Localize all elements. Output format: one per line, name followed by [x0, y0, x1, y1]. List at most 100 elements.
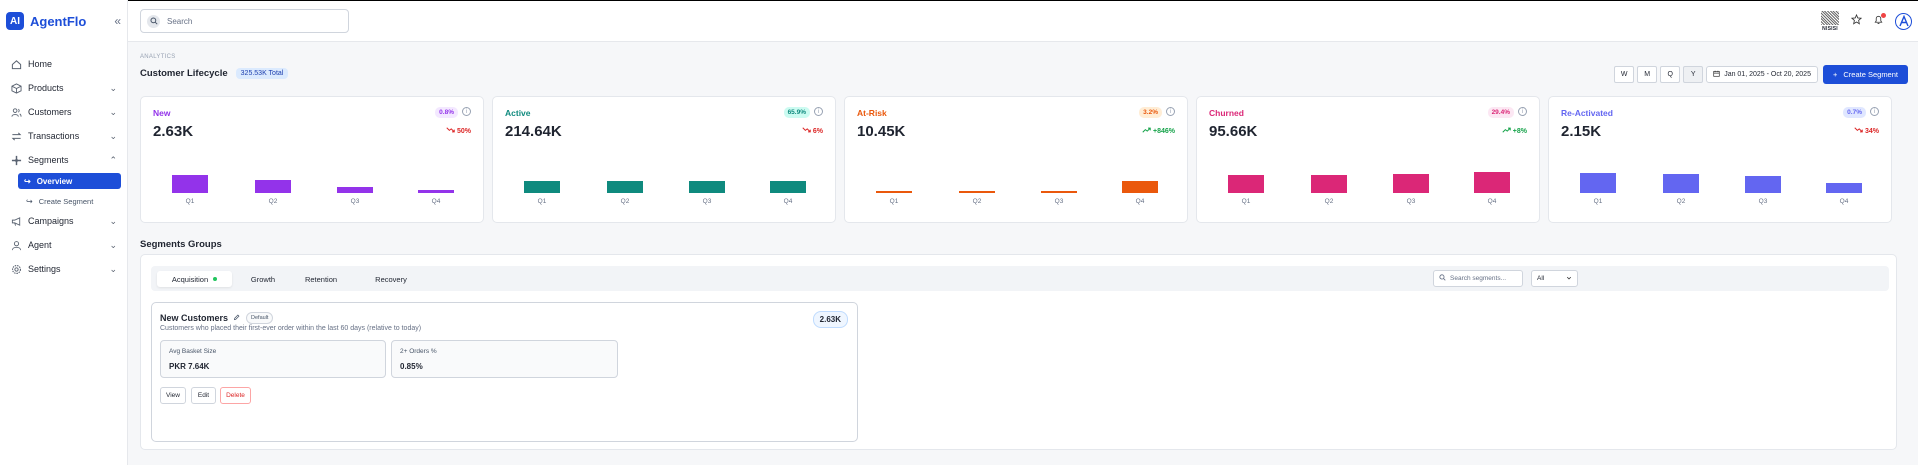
segment-group-tabs: Acquisition Growth Retention Recovery Se…: [151, 266, 1889, 291]
bar-q1: [876, 191, 912, 193]
sidebar-item-segments[interactable]: Segments ⌃: [0, 148, 127, 172]
chevron-down-icon: ⌄: [109, 82, 117, 93]
info-icon[interactable]: i: [462, 107, 471, 116]
tab-acquisition[interactable]: Acquisition: [157, 271, 232, 287]
tab-recovery[interactable]: Recovery: [361, 271, 421, 287]
notification-dot: [1881, 13, 1886, 18]
segment-title: New Customers Default: [160, 312, 274, 324]
brand-badge-text: NISISI: [1822, 26, 1838, 32]
search-input[interactable]: Search: [140, 9, 349, 33]
tab-label: Recovery: [375, 274, 407, 284]
date-range-text: Jan 01, 2025 - Oct 20, 2025: [1724, 71, 1811, 78]
search-icon: [1439, 274, 1446, 283]
avatar[interactable]: [1895, 12, 1912, 30]
card-label: At-Risk: [857, 108, 887, 118]
quarter-label: Q3: [702, 198, 712, 205]
sidebar-subitem-create-segment[interactable]: ↪ Create Segment: [26, 193, 127, 209]
tab-retention[interactable]: Retention: [291, 271, 351, 287]
card-trend: +8%: [1502, 127, 1527, 135]
sidebar-item-campaigns[interactable]: Campaigns ⌄: [0, 209, 127, 233]
info-icon[interactable]: i: [1166, 107, 1175, 116]
quarter-label: Q3: [1758, 198, 1768, 205]
card-share-badge: 29.4%: [1487, 107, 1514, 118]
quarter-label: Q2: [972, 198, 982, 205]
chevron-down-icon: ⌄: [109, 215, 117, 226]
sidebar-subitem-overview[interactable]: ↪ Overview: [18, 173, 121, 189]
info-icon[interactable]: i: [814, 107, 823, 116]
trend-up-icon: [1142, 127, 1151, 135]
tab-growth[interactable]: Growth: [241, 271, 285, 287]
segment-filter-select[interactable]: All: [1531, 270, 1578, 287]
period-q-button[interactable]: Q: [1660, 66, 1681, 83]
delete-button[interactable]: Delete: [220, 387, 251, 404]
sidebar-item-transactions[interactable]: Transactions ⌄: [0, 124, 127, 148]
date-range-picker[interactable]: Jan 01, 2025 - Oct 20, 2025: [1706, 66, 1818, 83]
sidebar-item-home[interactable]: Home: [0, 52, 127, 76]
users-icon: [10, 106, 22, 118]
bar-q2: [1663, 174, 1699, 193]
period-y-button[interactable]: Y: [1683, 66, 1704, 83]
sidebar-item-customers[interactable]: Customers ⌄: [0, 100, 127, 124]
period-w-button[interactable]: W: [1614, 66, 1635, 83]
card-bar-chart: [1209, 159, 1527, 193]
segment-search-placeholder: Search segments...: [1450, 275, 1506, 282]
lifecycle-card-at-risk[interactable]: At-Risk 3.2% i 10.45K +846% Q1 Q2 Q3 Q4: [844, 96, 1188, 223]
plus-icon: +: [1832, 70, 1838, 79]
quarter-label: Q2: [1324, 198, 1334, 205]
segments-groups-title: Segments Groups: [140, 239, 222, 250]
trend-down-icon: [1854, 127, 1863, 135]
quarter-label: Q2: [620, 198, 630, 205]
sidebar-item-products[interactable]: Products ⌄: [0, 76, 127, 100]
card-share-badge: 3.2%: [1139, 107, 1162, 118]
quarter-label: Q2: [1676, 198, 1686, 205]
bar-q3: [337, 187, 373, 193]
bar-q2: [607, 181, 643, 193]
period-m-button[interactable]: M: [1637, 66, 1658, 83]
bar-q4: [1474, 172, 1510, 193]
edit-pencil-icon[interactable]: [233, 314, 240, 323]
gear-icon: [10, 263, 22, 275]
bar-q2: [1311, 175, 1347, 193]
segment-search-input[interactable]: Search segments...: [1433, 270, 1523, 287]
trend-down-icon: [446, 127, 455, 135]
info-icon[interactable]: i: [1870, 107, 1879, 116]
quarter-label: Q1: [1593, 198, 1603, 205]
quarter-label: Q4: [1135, 198, 1145, 205]
card-trend: 50%: [446, 127, 471, 135]
app-logo[interactable]: AI: [6, 12, 24, 30]
lifecycle-card-active[interactable]: Active 65.9% i 214.64K 6% Q1 Q2 Q3 Q4: [492, 96, 836, 223]
segment-description: Customers who placed their first-ever or…: [160, 325, 422, 332]
sidebar: AI AgentFlo « Home Products ⌄ Customers …: [0, 0, 128, 465]
quarter-label: Q1: [889, 198, 899, 205]
app-name[interactable]: AgentFlo: [30, 14, 86, 29]
bar-q3: [1745, 176, 1781, 193]
sidebar-item-settings[interactable]: Settings ⌄: [0, 257, 127, 281]
chevron-down-icon: ⌄: [109, 239, 117, 250]
card-bar-chart: [1561, 159, 1879, 193]
view-button[interactable]: View: [160, 387, 186, 404]
metric-label: Avg Basket Size: [169, 348, 217, 355]
search-placeholder: Search: [167, 16, 193, 26]
lifecycle-card-churned[interactable]: Churned 29.4% i 95.66K +8% Q1 Q2 Q3 Q4: [1196, 96, 1540, 223]
lifecycle-card-re-activated[interactable]: Re-Activated 0.7% i 2.15K 34% Q1 Q2 Q3 Q4: [1548, 96, 1892, 223]
lifecycle-controls: W M Q Y Jan 01, 2025 - Oct 20, 2025 + Cr…: [1614, 65, 1908, 84]
sidebar-item-agent[interactable]: Agent ⌄: [0, 233, 127, 257]
star-icon[interactable]: [1850, 13, 1863, 28]
bell-icon[interactable]: [1873, 13, 1886, 28]
create-segment-label: Create Segment: [1843, 70, 1898, 79]
edit-button[interactable]: Edit: [191, 387, 216, 404]
sidebar-item-label: Settings: [28, 264, 61, 274]
info-icon[interactable]: i: [1518, 107, 1527, 116]
search-icon: [147, 14, 160, 28]
bar-q3: [689, 181, 725, 193]
brand-badge[interactable]: NISISI: [1820, 10, 1840, 32]
create-segment-button[interactable]: + Create Segment: [1822, 65, 1908, 84]
chevron-down-icon: ⌄: [109, 130, 117, 141]
collapse-sidebar-icon[interactable]: «: [114, 14, 121, 28]
trend-value: 34%: [1864, 128, 1879, 135]
lifecycle-card-new[interactable]: New 0.8% i 2.63K 50% Q1 Q2 Q3 Q4: [140, 96, 484, 223]
quarter-label: Q3: [350, 198, 360, 205]
card-share-badge: 0.7%: [1843, 107, 1866, 118]
tab-label: Acquisition: [171, 274, 209, 284]
quarter-label: Q3: [1054, 198, 1064, 205]
